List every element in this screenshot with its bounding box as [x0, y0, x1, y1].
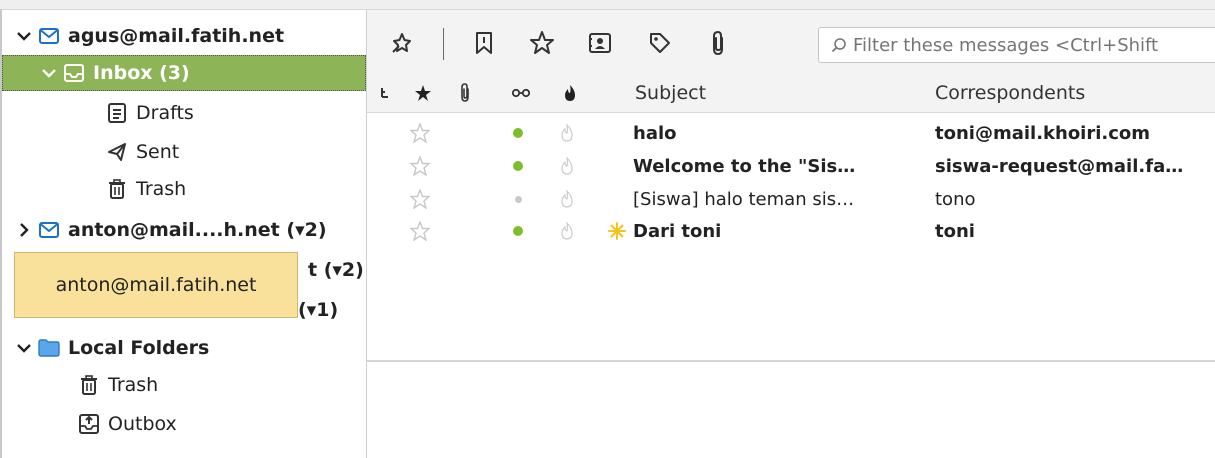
attachment-icon[interactable] — [701, 26, 735, 60]
junk-column-icon[interactable] — [563, 74, 577, 112]
message-pane: Subject Correspondents halo toni@mail.kh… — [367, 10, 1215, 458]
message-row[interactable]: halo toni@mail.khoiri.com — [367, 117, 1215, 149]
message-list: halo toni@mail.khoiri.com Welcome to the… — [367, 113, 1215, 359]
envelope-icon — [38, 25, 60, 47]
junk-toggle-icon[interactable] — [560, 183, 574, 215]
folder-label: (▾1) — [298, 299, 339, 321]
star-toggle-icon[interactable] — [410, 215, 430, 247]
message-correspondent: toni — [935, 220, 975, 242]
window-top-strip — [0, 0, 1215, 10]
folder-label: Sent — [136, 141, 180, 163]
folder-icon — [38, 337, 60, 359]
quick-filter-pin-icon[interactable] — [385, 26, 419, 60]
folder-pane: agus@mail.fatih.net Inbox (3) Drafts Sen… — [2, 10, 367, 458]
junk-toggle-icon[interactable] — [560, 150, 574, 182]
thread-column-icon[interactable] — [379, 74, 391, 112]
read-status-column-icon[interactable] — [511, 74, 531, 112]
star-toggle-icon[interactable] — [410, 117, 430, 149]
tag-icon[interactable] — [643, 26, 677, 60]
junk-toggle-icon[interactable] — [560, 117, 574, 149]
message-subject: halo — [633, 122, 677, 144]
message-subject: [Siswa] halo teman sis… — [633, 188, 855, 210]
drafts-icon — [106, 102, 128, 124]
paper-plane-icon — [106, 141, 128, 163]
folder-local-folders[interactable]: Local Folders — [2, 330, 366, 366]
trash-icon — [106, 178, 128, 200]
unread-bookmark-icon[interactable] — [467, 26, 501, 60]
folder-local-trash[interactable]: Trash — [2, 367, 366, 403]
trash-icon — [78, 374, 100, 396]
folder-label: agus@mail.fatih.net — [68, 25, 285, 47]
folder-drafts[interactable]: Drafts — [2, 95, 366, 131]
toolbar-separator — [443, 28, 444, 60]
folder-account-anton[interactable]: anton@mail....h.net (▾2) — [2, 212, 366, 248]
chevron-down-icon[interactable] — [14, 26, 34, 46]
message-correspondent: toni@mail.khoiri.com — [935, 122, 1151, 144]
star-column-icon[interactable] — [414, 74, 432, 112]
folder-label: Outbox — [108, 413, 177, 435]
search-icon — [831, 37, 847, 53]
folder-label: Drafts — [136, 102, 194, 124]
star-toggle-icon[interactable] — [410, 150, 430, 182]
new-message-spark-icon — [607, 215, 627, 247]
account-tooltip: anton@mail.fatih.net — [14, 252, 298, 318]
folder-label: anton@mail....h.net (▾2) — [68, 219, 327, 241]
contact-card-icon[interactable] — [583, 26, 617, 60]
unread-dot-icon[interactable] — [513, 117, 523, 149]
attachment-column-icon[interactable] — [459, 74, 471, 112]
correspondents-column-header[interactable]: Correspondents — [935, 74, 1085, 112]
folder-inbox[interactable]: Inbox (3) — [2, 55, 366, 91]
folder-label: Trash — [136, 178, 187, 200]
message-correspondent: tono — [935, 188, 976, 210]
folder-label: Trash — [108, 374, 159, 396]
folder-label: t (▾2) — [308, 259, 364, 281]
folder-label: Inbox (3) — [93, 62, 190, 84]
star-toggle-icon[interactable] — [410, 183, 430, 215]
chevron-right-icon[interactable] — [14, 220, 34, 240]
folder-outbox[interactable]: Outbox — [2, 406, 366, 442]
chevron-down-icon[interactable] — [14, 338, 34, 358]
message-preview-pane — [367, 362, 1215, 458]
filter-messages-input[interactable] — [853, 34, 1215, 56]
quick-filter-toolbar — [367, 10, 1215, 74]
chevron-down-icon[interactable] — [39, 63, 59, 83]
starred-icon[interactable] — [525, 26, 559, 60]
message-subject: Welcome to the "Sis… — [633, 155, 856, 177]
message-row[interactable]: Welcome to the "Sis… siswa-request@mail.… — [367, 150, 1215, 182]
message-column-header: Subject Correspondents — [367, 74, 1215, 113]
junk-toggle-icon[interactable] — [560, 215, 574, 247]
folder-sent[interactable]: Sent — [2, 134, 366, 170]
unread-dot-icon[interactable] — [513, 215, 523, 247]
folder-trash[interactable]: Trash — [2, 171, 366, 207]
read-dot-icon[interactable] — [515, 183, 522, 215]
envelope-icon — [38, 219, 60, 241]
unread-dot-icon[interactable] — [513, 150, 523, 182]
message-subject: Dari toni — [633, 220, 722, 242]
message-correspondent: siswa-request@mail.fa… — [935, 155, 1184, 177]
folder-account-agus[interactable]: agus@mail.fatih.net — [2, 18, 366, 54]
subject-column-header[interactable]: Subject — [635, 74, 706, 112]
outbox-icon — [78, 413, 100, 435]
message-row[interactable]: [Siswa] halo teman sis… tono — [367, 183, 1215, 215]
folder-label: Local Folders — [68, 337, 210, 359]
message-row[interactable]: Dari toni toni — [367, 215, 1215, 247]
filter-messages-field[interactable] — [818, 27, 1215, 63]
inbox-icon — [63, 62, 85, 84]
